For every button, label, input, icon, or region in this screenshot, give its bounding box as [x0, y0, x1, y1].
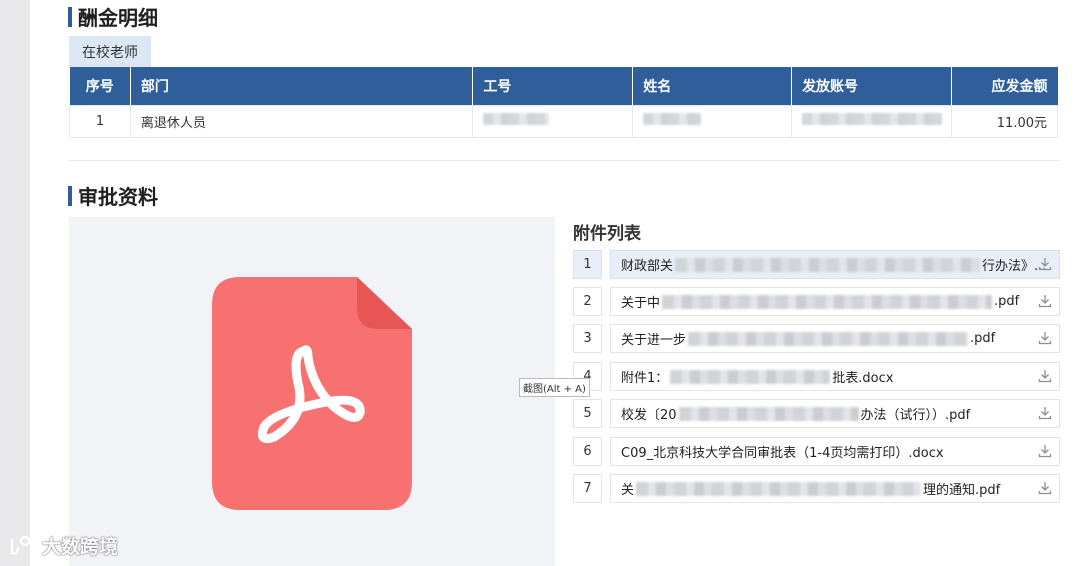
approval-section-title: 审批资料: [68, 181, 158, 210]
attachment-name-suffix: .pdf: [970, 331, 996, 346]
header-name: 姓名: [632, 67, 793, 105]
watermark-text: 大数跨境: [42, 536, 119, 558]
title-accent-bar: [68, 185, 72, 206]
attachment-name-suffix: 理的通知.pdf: [923, 483, 1001, 498]
table-row: 1 离退休人员 11.00元: [69, 104, 1058, 138]
attachment-name-prefix: 关于中: [621, 296, 661, 311]
download-icon[interactable]: [1038, 294, 1052, 308]
attachment-name-suffix: .pdf: [994, 294, 1020, 309]
redacted-block: [678, 406, 859, 421]
attachment-name-prefix: 关于进一步: [621, 333, 687, 348]
salary-title-text: 酬金明细: [78, 6, 158, 30]
redacted-block: [483, 113, 550, 125]
header-employee-id: 工号: [472, 67, 634, 105]
cell-department: 离退休人员: [129, 104, 474, 138]
redacted-block: [670, 369, 831, 384]
salary-table: 序号 部门 工号 姓名 发放账号 应发金额 1 离退休人员 11.00元: [69, 67, 1058, 138]
redacted-block: [802, 113, 943, 125]
attachment-name-prefix: 关: [621, 483, 635, 498]
cell-name-redacted: [632, 104, 793, 138]
download-icon[interactable]: [1038, 257, 1052, 271]
table-header-row: 序号 部门 工号 姓名 发放账号 应发金额: [69, 67, 1058, 105]
attachment-name[interactable]: 财政部关 行办法》...: [610, 250, 1060, 279]
approval-title-text: 审批资料: [78, 185, 158, 209]
header-department: 部门: [130, 67, 474, 105]
tab-in-school-teacher[interactable]: 在校老师: [69, 36, 151, 67]
watermark-logo-icon: [10, 535, 38, 554]
screenshot-tooltip: 截图(Alt + A): [519, 378, 590, 397]
attachment-name[interactable]: 校发〔20 办法（试行））.pdf: [610, 399, 1060, 428]
left-rail: [0, 0, 30, 566]
attachment-name[interactable]: 附件1： 批表.docx: [610, 362, 1060, 391]
attachment-row[interactable]: 6 C09_北京科技大学合同审批表（1-4页均需打印）.docx: [573, 437, 1060, 466]
redacted-block: [643, 113, 702, 125]
attachment-index: 6: [573, 437, 602, 466]
attachment-row[interactable]: 7 关 理的通知.pdf: [573, 474, 1060, 503]
download-icon[interactable]: [1038, 444, 1052, 458]
document-preview[interactable]: [69, 217, 555, 566]
attachment-name-suffix: 行办法》...: [982, 259, 1047, 274]
attachment-name-prefix: 校发〔20: [621, 408, 677, 423]
cell-account-redacted: [791, 104, 953, 138]
attachment-row[interactable]: 4 附件1： 批表.docx: [573, 362, 1060, 391]
title-accent-bar: [68, 6, 72, 27]
attachment-index: 3: [573, 324, 602, 353]
redacted-block: [675, 257, 981, 272]
header-index: 序号: [69, 67, 131, 105]
attachment-name-suffix: 批表.docx: [832, 371, 894, 386]
attachment-name[interactable]: 关 理的通知.pdf: [610, 474, 1060, 503]
attachment-name-prefix: 附件1：: [621, 371, 669, 386]
watermark: 大数跨境: [8, 532, 118, 559]
attachment-name-prefix: C09_北京科技大学合同审批表（1-4页均需打印）.docx: [621, 446, 944, 461]
redacted-block: [636, 481, 922, 496]
header-account: 发放账号: [791, 67, 953, 105]
cell-employee-id-redacted: [472, 104, 634, 138]
cell-index: 1: [69, 104, 131, 138]
attachment-name-suffix: 办法（试行））.pdf: [860, 408, 971, 423]
attachment-name[interactable]: 关于中 .pdf: [610, 287, 1060, 316]
attachment-name-prefix: 财政部关: [621, 259, 674, 274]
attachment-index: 7: [573, 474, 602, 503]
attachment-index: 1: [573, 250, 602, 279]
redacted-block: [662, 294, 993, 309]
attachment-row[interactable]: 5 校发〔20 办法（试行））.pdf: [573, 399, 1060, 428]
redacted-block: [688, 331, 969, 346]
section-divider: [69, 160, 1060, 161]
attachment-row[interactable]: 1 财政部关 行办法》...: [573, 250, 1060, 279]
attachment-row[interactable]: 2 关于中 .pdf: [573, 287, 1060, 316]
attachment-name[interactable]: 关于进一步 .pdf: [610, 324, 1060, 353]
download-icon[interactable]: [1038, 369, 1052, 383]
cell-amount: 11.00元: [951, 104, 1058, 138]
download-icon[interactable]: [1038, 481, 1052, 495]
download-icon[interactable]: [1038, 406, 1052, 420]
attachment-index: 2: [573, 287, 602, 316]
download-icon[interactable]: [1038, 331, 1052, 345]
attachment-row[interactable]: 3 关于进一步 .pdf: [573, 324, 1060, 353]
attachment-index: 5: [573, 399, 602, 428]
attachments-title: 附件列表: [573, 224, 641, 244]
salary-section-title: 酬金明细: [68, 2, 158, 31]
header-amount: 应发金额: [951, 67, 1058, 105]
attachment-name[interactable]: C09_北京科技大学合同审批表（1-4页均需打印）.docx: [610, 437, 1060, 466]
pdf-file-icon: [212, 277, 412, 510]
